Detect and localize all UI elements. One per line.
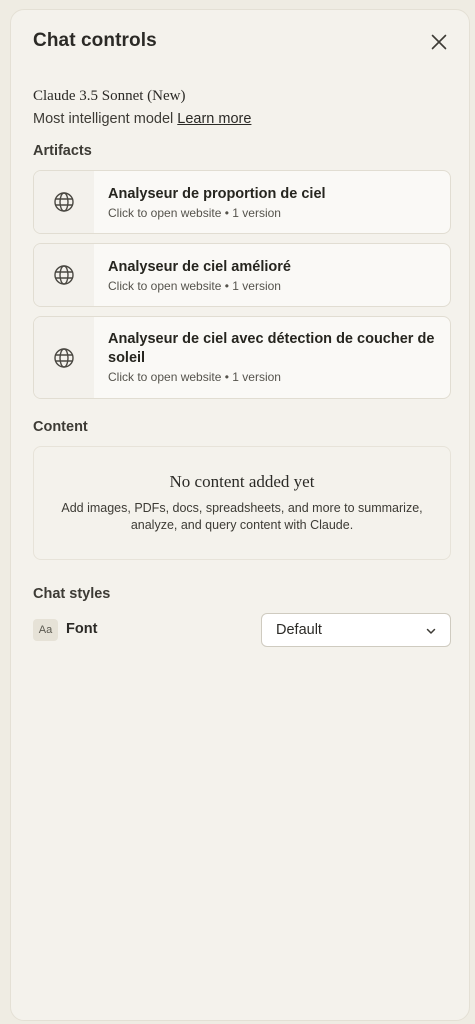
content-empty-description: Add images, PDFs, docs, spreadsheets, an…: [61, 501, 423, 532]
font-icon: Aa: [33, 619, 58, 641]
globe-icon: [54, 347, 74, 368]
artifact-title: Analyseur de proportion de ciel: [108, 186, 326, 202]
artifact-item[interactable]: Analyseur de ciel amélioré Click to open…: [33, 243, 451, 307]
artifact-item[interactable]: Analyseur de proportion de ciel Click to…: [33, 170, 451, 234]
chat-controls-panel: Chat controls Claude 3.5 Sonnet (New) Mo…: [10, 9, 470, 1021]
panel-title: Chat controls: [33, 30, 157, 51]
model-name: Claude 3.5 Sonnet (New): [33, 88, 186, 104]
learn-more-link[interactable]: Learn more: [177, 111, 251, 127]
model-description-text: Most intelligent model: [33, 111, 174, 127]
font-dropdown-value: Default: [276, 622, 322, 638]
chat-styles-section-title: Chat styles: [33, 586, 111, 602]
artifacts-section-title: Artifacts: [33, 143, 92, 159]
close-button[interactable]: [429, 32, 449, 52]
font-label: Font: [66, 621, 98, 637]
content-section-title: Content: [33, 419, 88, 435]
font-dropdown[interactable]: Default: [261, 613, 451, 647]
content-empty-state[interactable]: No content added yet Add images, PDFs, d…: [33, 446, 451, 560]
chevron-down-icon: [426, 628, 436, 634]
globe-icon: [54, 192, 74, 212]
artifact-icon-box: [34, 171, 94, 233]
artifact-title: Analyseur de ciel amélioré: [108, 259, 291, 275]
globe-icon: [54, 265, 74, 285]
panel-header: Chat controls: [33, 30, 449, 56]
artifact-item[interactable]: Analyseur de ciel avec détection de couc…: [33, 316, 451, 399]
content-empty-title: No content added yet: [169, 472, 315, 491]
artifact-icon-box: [34, 317, 94, 398]
artifact-title: Analyseur de ciel avec détection de couc…: [108, 331, 435, 366]
artifact-subtitle: Click to open website • 1 version: [108, 370, 281, 384]
artifact-subtitle: Click to open website • 1 version: [108, 206, 281, 220]
close-icon: [431, 34, 447, 50]
font-setting-row: Aa Font Default: [33, 613, 451, 647]
model-description: Most intelligent model Learn more: [33, 111, 251, 127]
artifact-subtitle: Click to open website • 1 version: [108, 279, 281, 293]
artifact-icon-box: [34, 244, 94, 306]
